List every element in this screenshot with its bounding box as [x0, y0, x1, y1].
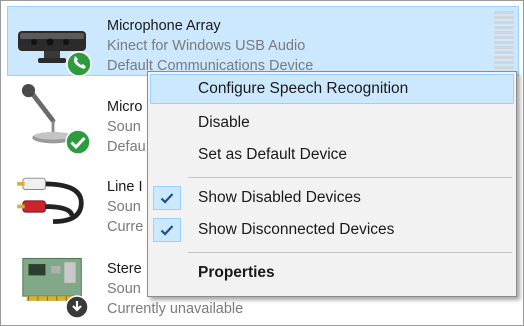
device-description: Kinect for Windows USB Audio — [107, 38, 306, 54]
menu-item-label: Show Disconnected Devices — [198, 221, 395, 238]
menu-separator — [188, 252, 512, 253]
device-status: Curre — [107, 219, 144, 235]
device-description: Soun — [107, 119, 141, 135]
device-row-microphone-array[interactable]: Microphone Array Kinect for Windows USB … — [7, 6, 519, 77]
device-status: Currently unavailable — [107, 301, 244, 317]
device-status: Defau — [107, 139, 146, 155]
checkmark-badge-icon — [65, 129, 91, 155]
menu-item-set-default-device[interactable]: Set as Default Device — [150, 140, 514, 170]
menu-item-label: Set as Default Device — [198, 146, 348, 163]
checkmark-icon — [153, 186, 181, 210]
context-menu: Configure Speech Recognition Disable Set… — [147, 71, 517, 297]
device-name: Line I — [107, 179, 143, 195]
menu-separator — [188, 177, 512, 178]
rca-cable-icon — [17, 177, 84, 224]
menu-item-configure-speech-recognition[interactable]: Configure Speech Recognition — [150, 74, 514, 104]
checkmark-icon — [153, 218, 181, 242]
menu-item-show-disconnected-devices[interactable]: Show Disconnected Devices — [150, 215, 514, 245]
menu-item-label: Properties — [198, 264, 275, 281]
level-meter — [494, 11, 514, 75]
device-name: Microphone Array — [107, 18, 221, 34]
menu-item-label: Disable — [198, 114, 250, 131]
down-arrow-badge-icon — [65, 295, 89, 319]
menu-item-properties[interactable]: Properties — [150, 258, 514, 288]
device-description: Soun — [107, 199, 141, 215]
menu-item-show-disabled-devices[interactable]: Show Disabled Devices — [150, 183, 514, 213]
phone-badge-icon — [66, 51, 92, 77]
menu-item-label: Configure Speech Recognition — [198, 80, 409, 97]
menu-item-disable[interactable]: Disable — [150, 108, 514, 138]
menu-item-label: Show Disabled Devices — [198, 189, 361, 206]
device-name: Micro — [107, 99, 143, 115]
